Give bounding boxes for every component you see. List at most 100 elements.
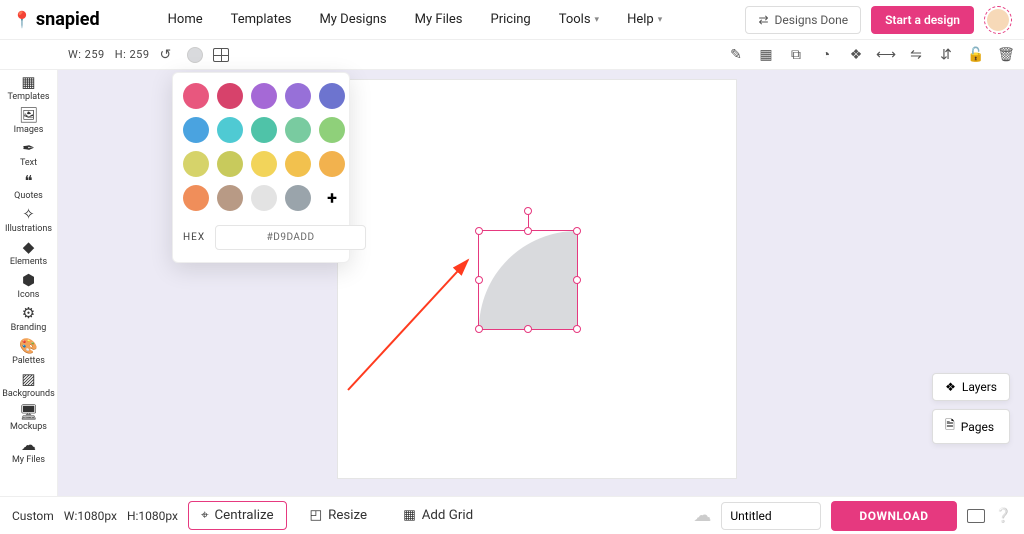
text-icon: ✒ [22,141,35,156]
opacity-icon[interactable]: ◔ [818,47,834,63]
resize-handle-ml[interactable] [475,276,483,284]
resize-handle-bm[interactable] [524,325,532,333]
top-nav: 📍 snapied Home Templates My Designs My F… [0,0,1024,40]
sidebar-item-text[interactable]: ✒ Text [0,138,57,171]
pages-button[interactable]: 🗎Pages [932,409,1010,444]
sidebar-item-label: Palettes [12,356,45,366]
nav-tools[interactable]: Tools▾ [559,12,599,27]
rotate-handle[interactable] [524,207,532,215]
cloud-icon: ☁ [21,438,36,453]
color-swatch[interactable] [217,83,243,109]
duplicate-icon[interactable]: ⧉ [788,47,804,63]
canvas-height: H:1080px [127,509,178,523]
color-swatch[interactable] [319,83,345,109]
nav-pricing[interactable]: Pricing [491,12,531,27]
crop-icon[interactable]: ▦ [758,47,774,63]
color-swatch[interactable] [217,151,243,177]
resize-button[interactable]: ◰Resize [297,501,381,530]
transparency-icon[interactable] [213,48,229,62]
nav-help[interactable]: Help▾ [627,12,662,27]
sidebar-item-images[interactable]: 🖼Images [0,105,57,138]
layers-icon[interactable]: ❖ [848,47,864,63]
lock-icon[interactable]: 🔓 [968,47,984,63]
nav-help-label: Help [627,12,654,27]
sidebar-item-elements[interactable]: ◆Elements [0,237,57,270]
nav-tools-label: Tools [559,12,591,27]
color-swatch[interactable] [251,185,277,211]
color-picker-panel: + HEX [172,72,350,263]
designs-done-button[interactable]: ⇄ Designs Done [745,6,861,34]
sidebar-item-backgrounds[interactable]: ▨Backgrounds [0,369,57,402]
color-swatch[interactable] [183,151,209,177]
sidebar-item-quotes[interactable]: ❝Quotes [0,171,57,204]
align-icon[interactable]: ⟷ [878,47,894,63]
resize-handle-tr[interactable] [573,227,581,235]
color-swatch[interactable] [285,185,311,211]
sidebar-item-mockups[interactable]: 🖥Mockups [0,402,57,435]
design-title-input[interactable] [721,502,821,530]
nav-home[interactable]: Home [168,12,203,27]
resize-label: Resize [328,508,367,523]
hex-label: HEX [183,232,205,243]
avatar-image [987,9,1009,31]
resize-handle-tm[interactable] [524,227,532,235]
color-swatch[interactable] [183,117,209,143]
undo-icon[interactable]: ↺ [160,47,172,63]
keyboard-shortcuts-icon[interactable] [967,509,985,523]
color-swatch[interactable] [217,185,243,211]
help-icon[interactable]: ❔ [995,508,1012,524]
hex-input[interactable] [215,225,366,250]
add-grid-button[interactable]: ▦Add Grid [390,501,486,530]
color-swatch[interactable] [285,83,311,109]
color-swatch[interactable] [285,117,311,143]
sidebar-item-palettes[interactable]: 🎨Palettes [0,336,57,369]
centralize-button[interactable]: ⌖Centralize [188,501,287,530]
sidebar-item-label: Text [20,158,37,168]
templates-icon: ▦ [21,75,35,90]
canvas-width: W:1080px [64,509,117,523]
canvas-area[interactable]: + HEX ❖Layers 🗎Pages [58,70,1024,496]
selected-shape[interactable] [478,230,578,330]
nav-templates[interactable]: Templates [231,12,292,27]
backgrounds-icon: ▨ [21,372,35,387]
sidebar-item-illustrations[interactable]: ✧Illustrations [0,204,57,237]
nav-my-files[interactable]: My Files [415,12,463,27]
flip-h-icon[interactable]: ⇋ [908,47,924,63]
resize-handle-bl[interactable] [475,325,483,333]
add-color-button[interactable]: + [319,185,345,211]
color-swatch[interactable] [285,151,311,177]
icons-icon: ⬢ [22,273,35,288]
color-swatch[interactable] [183,83,209,109]
layers-button[interactable]: ❖Layers [932,373,1010,401]
edit-icon[interactable]: ✎ [728,47,744,63]
color-swatch[interactable] [319,117,345,143]
sidebar-item-icons[interactable]: ⬢Icons [0,270,57,303]
start-design-button[interactable]: Start a design [871,6,974,34]
pages-icon: 🗎 [945,416,955,437]
download-button[interactable]: DOWNLOAD [831,501,956,531]
color-swatch[interactable] [251,117,277,143]
color-swatch[interactable] [251,83,277,109]
sidebar-item-branding[interactable]: ⚙Branding [0,303,57,336]
nav-my-designs[interactable]: My Designs [319,12,386,27]
color-swatch[interactable] [183,185,209,211]
resize-handle-br[interactable] [573,325,581,333]
resize-handle-tl[interactable] [475,227,483,235]
color-swatch[interactable] [251,151,277,177]
flip-v-icon[interactable]: ⇵ [938,47,954,63]
layers-stack-icon: ❖ [945,380,956,394]
logo[interactable]: 📍 snapied [12,9,100,30]
sidebar-item-my-files[interactable]: ☁ My Files [0,435,57,468]
color-swatch[interactable] [319,151,345,177]
artboard[interactable] [338,80,736,478]
delete-icon[interactable]: 🗑 [998,47,1014,63]
sidebar-item-label: My Files [12,455,45,465]
secondary-toolbar: W: 259 H: 259 ↺ ✎ ▦ ⧉ ◔ ❖ ⟷ ⇋ ⇵ 🔓 🗑 [0,40,1024,70]
branding-icon: ⚙ [22,306,35,321]
right-floating-panels: ❖Layers 🗎Pages [932,373,1010,444]
resize-handle-mr[interactable] [573,276,581,284]
color-swatch[interactable] [217,117,243,143]
current-fill-swatch[interactable] [187,47,203,63]
avatar[interactable] [984,6,1012,34]
sidebar-item-templates[interactable]: ▦Templates [0,72,57,105]
